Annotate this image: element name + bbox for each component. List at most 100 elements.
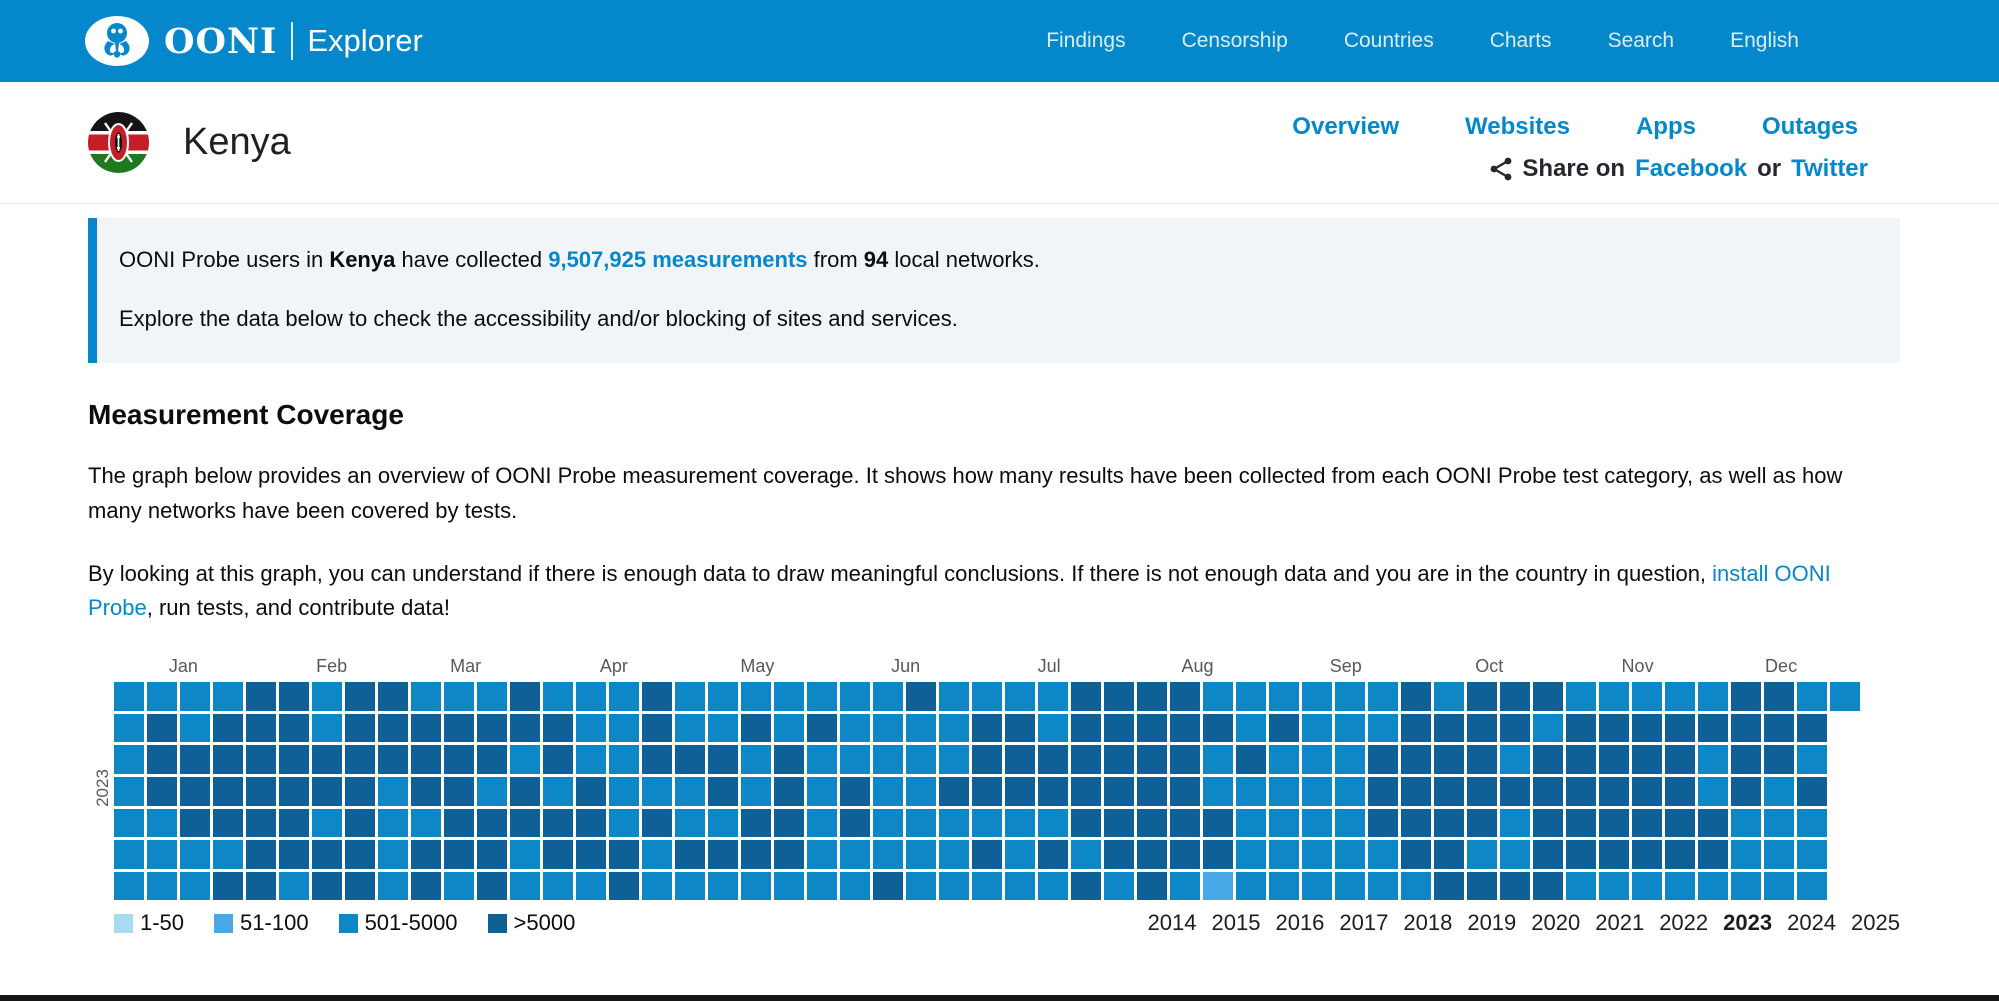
heatmap-day-cell[interactable]	[1368, 682, 1398, 711]
heatmap-day-cell[interactable]	[1500, 777, 1530, 806]
heatmap-day-cell[interactable]	[213, 714, 243, 743]
heatmap-day-cell[interactable]	[708, 777, 738, 806]
heatmap-day-cell[interactable]	[510, 745, 540, 774]
heatmap-day-cell[interactable]	[345, 809, 375, 838]
tab-outages[interactable]: Outages	[1762, 113, 1858, 141]
heatmap-day-cell[interactable]	[1500, 682, 1530, 711]
heatmap-day-cell[interactable]	[609, 809, 639, 838]
heatmap-day-cell[interactable]	[114, 777, 144, 806]
heatmap-day-cell[interactable]	[1566, 745, 1596, 774]
nav-item-charts[interactable]: Charts	[1490, 29, 1552, 53]
heatmap-day-cell[interactable]	[312, 682, 342, 711]
heatmap-day-cell[interactable]	[114, 714, 144, 743]
heatmap-day-cell[interactable]	[1566, 682, 1596, 711]
heatmap-day-cell[interactable]	[1764, 840, 1794, 869]
heatmap-day-cell[interactable]	[1599, 809, 1629, 838]
heatmap-day-cell[interactable]	[1137, 777, 1167, 806]
heatmap-day-cell[interactable]	[1368, 872, 1398, 901]
heatmap-day-cell[interactable]	[1500, 714, 1530, 743]
heatmap-day-cell[interactable]	[114, 682, 144, 711]
year-option-2020[interactable]: 2020	[1531, 910, 1580, 936]
heatmap-day-cell[interactable]	[180, 745, 210, 774]
heatmap-day-cell[interactable]	[1137, 840, 1167, 869]
heatmap-day-cell[interactable]	[378, 682, 408, 711]
heatmap-day-cell[interactable]	[444, 777, 474, 806]
heatmap-day-cell[interactable]	[246, 745, 276, 774]
heatmap-day-cell[interactable]	[147, 714, 177, 743]
heatmap-day-cell[interactable]	[576, 872, 606, 901]
heatmap-day-cell[interactable]	[213, 682, 243, 711]
heatmap-day-cell[interactable]	[543, 682, 573, 711]
heatmap-day-cell[interactable]	[147, 840, 177, 869]
heatmap-day-cell[interactable]	[1764, 745, 1794, 774]
heatmap-day-cell[interactable]	[1467, 682, 1497, 711]
heatmap-day-cell[interactable]	[1401, 809, 1431, 838]
heatmap-day-cell[interactable]	[1632, 777, 1662, 806]
heatmap-day-cell[interactable]	[774, 714, 804, 743]
heatmap-day-cell[interactable]	[1137, 745, 1167, 774]
heatmap-day-cell[interactable]	[1302, 809, 1332, 838]
heatmap-day-cell[interactable]	[279, 714, 309, 743]
heatmap-day-cell[interactable]	[444, 809, 474, 838]
heatmap-day-cell[interactable]	[675, 714, 705, 743]
heatmap-day-cell[interactable]	[840, 745, 870, 774]
share-facebook-link[interactable]: Facebook	[1635, 155, 1747, 183]
heatmap-day-cell[interactable]	[345, 872, 375, 901]
heatmap-day-cell[interactable]	[576, 682, 606, 711]
heatmap-day-cell[interactable]	[477, 809, 507, 838]
heatmap-day-cell[interactable]	[1269, 872, 1299, 901]
heatmap-day-cell[interactable]	[1500, 745, 1530, 774]
heatmap-day-cell[interactable]	[1698, 745, 1728, 774]
heatmap-day-cell[interactable]	[906, 809, 936, 838]
heatmap-day-cell[interactable]	[1302, 682, 1332, 711]
heatmap-day-cell[interactable]	[1236, 777, 1266, 806]
heatmap-day-cell[interactable]	[411, 714, 441, 743]
heatmap-day-cell[interactable]	[1335, 714, 1365, 743]
heatmap-day-cell[interactable]	[1137, 682, 1167, 711]
heatmap-day-cell[interactable]	[1236, 840, 1266, 869]
heatmap-day-cell[interactable]	[873, 809, 903, 838]
heatmap-day-cell[interactable]	[1533, 809, 1563, 838]
heatmap-day-cell[interactable]	[312, 777, 342, 806]
heatmap-day-cell[interactable]	[1071, 777, 1101, 806]
heatmap-day-cell[interactable]	[1005, 745, 1035, 774]
heatmap-day-cell[interactable]	[1698, 777, 1728, 806]
heatmap-day-cell[interactable]	[444, 872, 474, 901]
heatmap-day-cell[interactable]	[1104, 809, 1134, 838]
heatmap-day-cell[interactable]	[312, 872, 342, 901]
heatmap-day-cell[interactable]	[147, 872, 177, 901]
heatmap-day-cell[interactable]	[279, 840, 309, 869]
heatmap-day-cell[interactable]	[642, 777, 672, 806]
heatmap-day-cell[interactable]	[1236, 682, 1266, 711]
heatmap-day-cell[interactable]	[873, 777, 903, 806]
heatmap-day-cell[interactable]	[378, 809, 408, 838]
heatmap-day-cell[interactable]	[1731, 809, 1761, 838]
heatmap-day-cell[interactable]	[939, 809, 969, 838]
heatmap-day-cell[interactable]	[1038, 809, 1068, 838]
heatmap-day-cell[interactable]	[1170, 745, 1200, 774]
heatmap-day-cell[interactable]	[1137, 809, 1167, 838]
heatmap-day-cell[interactable]	[1203, 714, 1233, 743]
heatmap-day-cell[interactable]	[1269, 714, 1299, 743]
heatmap-day-cell[interactable]	[1005, 682, 1035, 711]
heatmap-day-cell[interactable]	[1764, 714, 1794, 743]
heatmap-day-cell[interactable]	[1533, 777, 1563, 806]
heatmap-day-cell[interactable]	[246, 777, 276, 806]
heatmap-day-cell[interactable]	[972, 745, 1002, 774]
nav-item-findings[interactable]: Findings	[1046, 29, 1125, 53]
heatmap-day-cell[interactable]	[1137, 714, 1167, 743]
heatmap-day-cell[interactable]	[774, 745, 804, 774]
heatmap-day-cell[interactable]	[774, 809, 804, 838]
heatmap-day-cell[interactable]	[840, 840, 870, 869]
heatmap-day-cell[interactable]	[1797, 745, 1827, 774]
heatmap-day-cell[interactable]	[1632, 682, 1662, 711]
heatmap-day-cell[interactable]	[180, 872, 210, 901]
heatmap-day-cell[interactable]	[312, 745, 342, 774]
heatmap-day-cell[interactable]	[873, 682, 903, 711]
heatmap-day-cell[interactable]	[741, 745, 771, 774]
heatmap-day-cell[interactable]	[1269, 682, 1299, 711]
heatmap-day-cell[interactable]	[1533, 714, 1563, 743]
heatmap-day-cell[interactable]	[873, 714, 903, 743]
heatmap-day-cell[interactable]	[246, 714, 276, 743]
heatmap-day-cell[interactable]	[708, 872, 738, 901]
